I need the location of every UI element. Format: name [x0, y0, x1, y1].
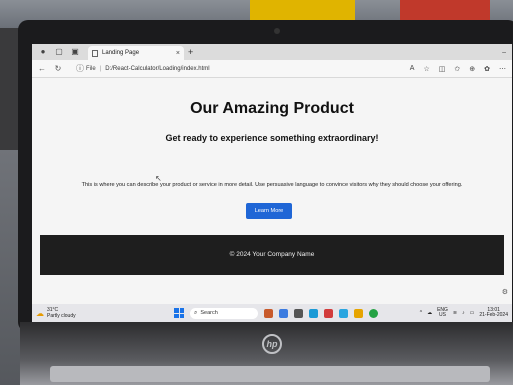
clock-date: 21-Feb-2024 — [479, 312, 508, 318]
laptop-hinge — [50, 366, 490, 382]
cloud-icon[interactable]: ☁ — [427, 310, 432, 316]
workspaces-icon[interactable]: ▢ — [54, 47, 64, 57]
search-placeholder: Search — [200, 310, 218, 316]
toolbar-icons: A ☆ ◫ ✩ ⊕ ✿ ⋯ — [410, 65, 506, 73]
pinned-apps — [264, 308, 378, 318]
wifi-icon[interactable]: ≋ — [453, 310, 457, 316]
language-indicator[interactable]: ENG US — [437, 307, 448, 319]
favorite-icon[interactable]: ☆ — [423, 65, 429, 73]
new-tab-button[interactable]: + — [188, 47, 193, 57]
file-explorer-icon[interactable] — [354, 308, 363, 318]
close-tab-icon[interactable]: × — [176, 50, 180, 57]
app-icon-5[interactable] — [324, 308, 333, 318]
app-icon-3[interactable] — [294, 308, 303, 318]
hp-logo: hp — [262, 334, 282, 354]
weather-widget[interactable]: ☁ 31°C Partly cloudy — [36, 307, 156, 319]
url-separator: | — [99, 65, 102, 72]
gear-icon[interactable]: ⚙ — [502, 288, 508, 296]
app-icon-6[interactable] — [339, 308, 348, 318]
page-footer: © 2024 Your Company Name — [40, 235, 504, 275]
taskbar-search[interactable]: ⌕ Search — [190, 307, 258, 319]
windows-icon[interactable] — [174, 308, 184, 318]
whatsapp-icon[interactable] — [369, 308, 378, 318]
battery-icon[interactable]: ▭ — [470, 310, 475, 316]
system-tray: ^ ☁ ENG US ≋ ♪ ▭ 13:01 21-Feb-2024 — [420, 307, 508, 319]
copilot-icon[interactable]: ✿ — [484, 65, 490, 73]
read-aloud-icon[interactable]: A — [410, 65, 415, 73]
refresh-icon[interactable]: ↻ — [52, 64, 64, 73]
search-icon: ⌕ — [194, 309, 198, 316]
favorites-icon[interactable]: ✩ — [454, 65, 460, 73]
edge-icon[interactable] — [309, 308, 318, 318]
laptop-screen: ● ▢ ▣ Landing Page × + – ← ↻ ⓘ File | D:… — [32, 44, 512, 322]
back-icon[interactable]: ← — [36, 64, 48, 73]
minimize-button[interactable]: – — [502, 49, 506, 56]
url-text[interactable]: D:/React-Calculator/Loading/index.html — [105, 66, 209, 72]
product-description: This is where you can describe your prod… — [81, 182, 463, 188]
url-scheme-label: File — [86, 65, 96, 72]
page-title: Our Amazing Product — [190, 100, 354, 117]
info-icon[interactable]: ⓘ — [74, 63, 86, 74]
background-yellow-object — [250, 0, 355, 22]
address-bar: ← ↻ ⓘ File | D:/React-Calculator/Loading… — [32, 60, 512, 78]
weather-description: Partly cloudy — [47, 313, 76, 319]
profile-icon[interactable]: ● — [38, 47, 48, 57]
landing-page: Our Amazing Product ↖ Get ready to exper… — [32, 78, 512, 304]
volume-icon[interactable]: ♪ — [462, 310, 465, 316]
page-subtitle: Get ready to experience something extrao… — [165, 133, 379, 143]
app-icon-1[interactable] — [264, 308, 273, 318]
url-field[interactable]: ⓘ File | D:/React-Calculator/Loading/ind… — [70, 63, 210, 74]
webcam — [274, 28, 280, 34]
collections-icon[interactable]: ⊕ — [469, 65, 475, 73]
learn-more-button[interactable]: Learn More — [246, 203, 292, 219]
document-icon — [92, 49, 98, 57]
chevron-up-icon[interactable]: ^ — [420, 310, 422, 316]
split-screen-icon[interactable]: ◫ — [439, 65, 446, 73]
app-icon-2[interactable] — [279, 308, 288, 318]
tab-actions-icon[interactable]: ▣ — [70, 47, 80, 57]
tab-title: Landing Page — [102, 50, 140, 56]
tab-landing-page[interactable]: Landing Page × — [88, 46, 184, 60]
region-code: US — [439, 312, 446, 318]
taskbar-clock[interactable]: 13:01 21-Feb-2024 — [479, 307, 508, 319]
windows-taskbar: ☁ 31°C Partly cloudy ⌕ Search ^ ☁ ENG US… — [32, 304, 512, 322]
browser-tab-bar: ● ▢ ▣ Landing Page × + – — [32, 44, 512, 60]
more-icon[interactable]: ⋯ — [499, 65, 506, 73]
weather-icon: ☁ — [36, 308, 44, 318]
